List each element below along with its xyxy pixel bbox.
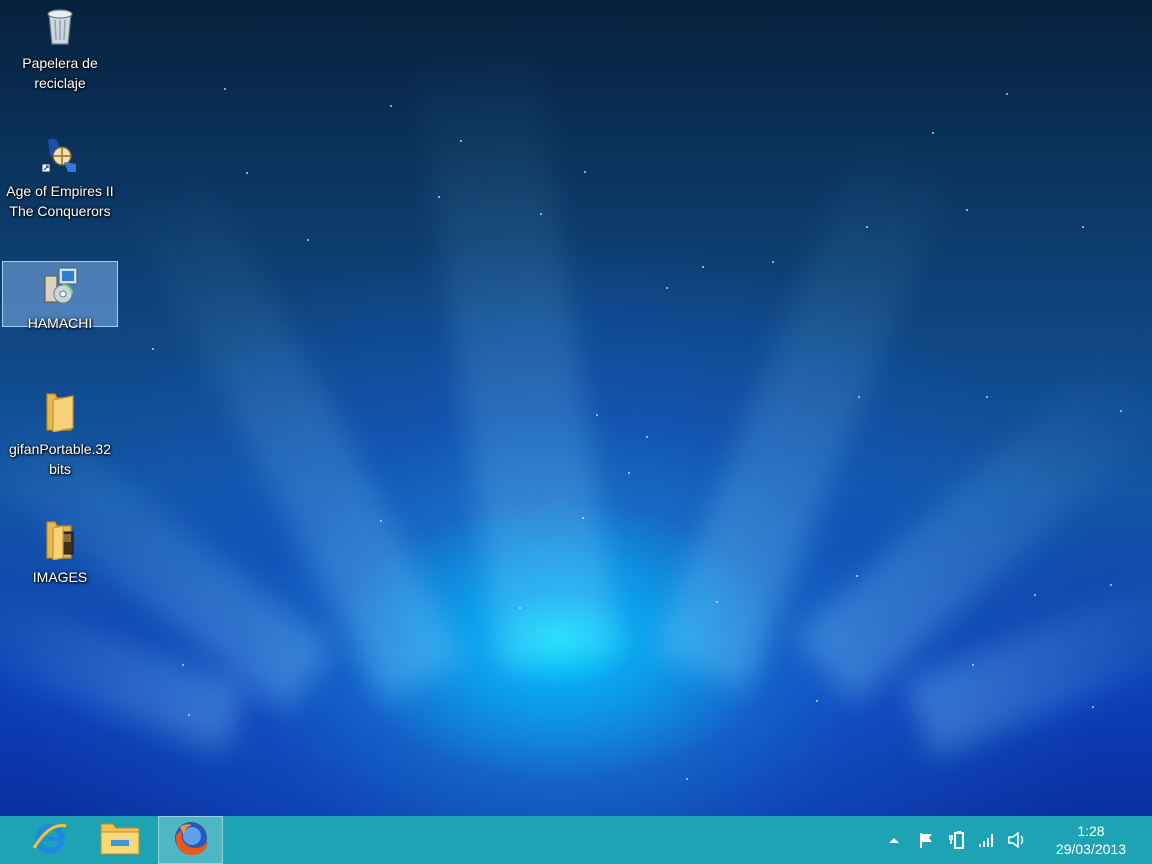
internet-explorer-icon bbox=[30, 818, 70, 863]
star bbox=[666, 287, 668, 289]
wallpaper-ray bbox=[414, 37, 620, 669]
star bbox=[628, 472, 630, 474]
folder-icon bbox=[2, 518, 118, 565]
taskbar-button-firefox[interactable] bbox=[158, 816, 223, 864]
star bbox=[380, 520, 382, 522]
star bbox=[596, 414, 598, 416]
file-explorer-icon bbox=[99, 818, 141, 863]
installer-icon bbox=[3, 266, 117, 311]
star bbox=[1034, 594, 1036, 596]
desktop-icon-recycle-bin[interactable]: Papelera de reciclaje bbox=[2, 2, 118, 94]
taskbar: 1:28 29/03/2013 bbox=[0, 816, 1152, 864]
star bbox=[582, 517, 584, 519]
clock-time: 1:28 bbox=[1077, 823, 1105, 839]
star bbox=[986, 396, 988, 398]
star bbox=[1082, 226, 1084, 228]
desktop-icon-gifanportable[interactable]: gifanPortable.32 bits bbox=[2, 386, 118, 478]
star bbox=[224, 88, 226, 90]
star bbox=[932, 132, 934, 134]
folder-icon bbox=[2, 390, 118, 437]
network-signal-icon[interactable] bbox=[976, 830, 996, 850]
taskbar-clock[interactable]: 1:28 29/03/2013 bbox=[1056, 822, 1126, 858]
star bbox=[519, 607, 521, 609]
star bbox=[540, 213, 542, 215]
star bbox=[438, 196, 440, 198]
desktop-icon-label: Age of Empires II The Conquerors bbox=[6, 183, 114, 219]
clock-date: 29/03/2013 bbox=[1055, 841, 1126, 857]
age-of-empires-icon bbox=[2, 134, 118, 179]
star bbox=[152, 348, 154, 350]
desktop-icon-age-of-empires[interactable]: Age of Empires II The Conquerors bbox=[2, 130, 118, 222]
desktop-icon-label: Papelera de reciclaje bbox=[22, 55, 98, 91]
show-hidden-icons-icon[interactable] bbox=[884, 830, 904, 850]
star bbox=[1120, 410, 1122, 412]
star bbox=[858, 396, 860, 398]
taskbar-button-internet-explorer[interactable] bbox=[20, 816, 80, 864]
star bbox=[856, 575, 858, 577]
star bbox=[866, 226, 868, 228]
star bbox=[686, 778, 688, 780]
star bbox=[702, 266, 704, 268]
power-icon[interactable] bbox=[947, 830, 967, 850]
star bbox=[460, 140, 462, 142]
star bbox=[188, 714, 190, 716]
desktop-icon-label: HAMACHI bbox=[27, 315, 93, 331]
star bbox=[1092, 706, 1094, 708]
desktop-icon-hamachi[interactable]: HAMACHI bbox=[2, 261, 118, 331]
star bbox=[716, 601, 718, 603]
desktop-icon-label: gifanPortable.32 bits bbox=[9, 441, 111, 477]
volume-icon[interactable] bbox=[1007, 830, 1027, 850]
star bbox=[772, 261, 774, 263]
firefox-icon bbox=[170, 817, 212, 864]
desktop-background: Papelera de reciclaje Age of Empires II … bbox=[0, 0, 1152, 816]
star bbox=[1110, 584, 1112, 586]
star bbox=[1006, 93, 1008, 95]
taskbar-button-file-explorer[interactable] bbox=[90, 816, 150, 864]
star bbox=[390, 105, 392, 107]
star bbox=[816, 700, 818, 702]
star bbox=[182, 664, 184, 666]
star bbox=[972, 664, 974, 666]
star bbox=[307, 239, 309, 241]
star bbox=[584, 171, 586, 173]
star bbox=[966, 209, 968, 211]
recycle-bin-icon bbox=[2, 6, 118, 51]
action-center-flag-icon[interactable] bbox=[917, 830, 937, 850]
desktop-icon-label: IMAGES bbox=[32, 569, 88, 585]
desktop-icon-images[interactable]: IMAGES bbox=[2, 514, 118, 586]
star bbox=[646, 436, 648, 438]
star bbox=[246, 172, 248, 174]
